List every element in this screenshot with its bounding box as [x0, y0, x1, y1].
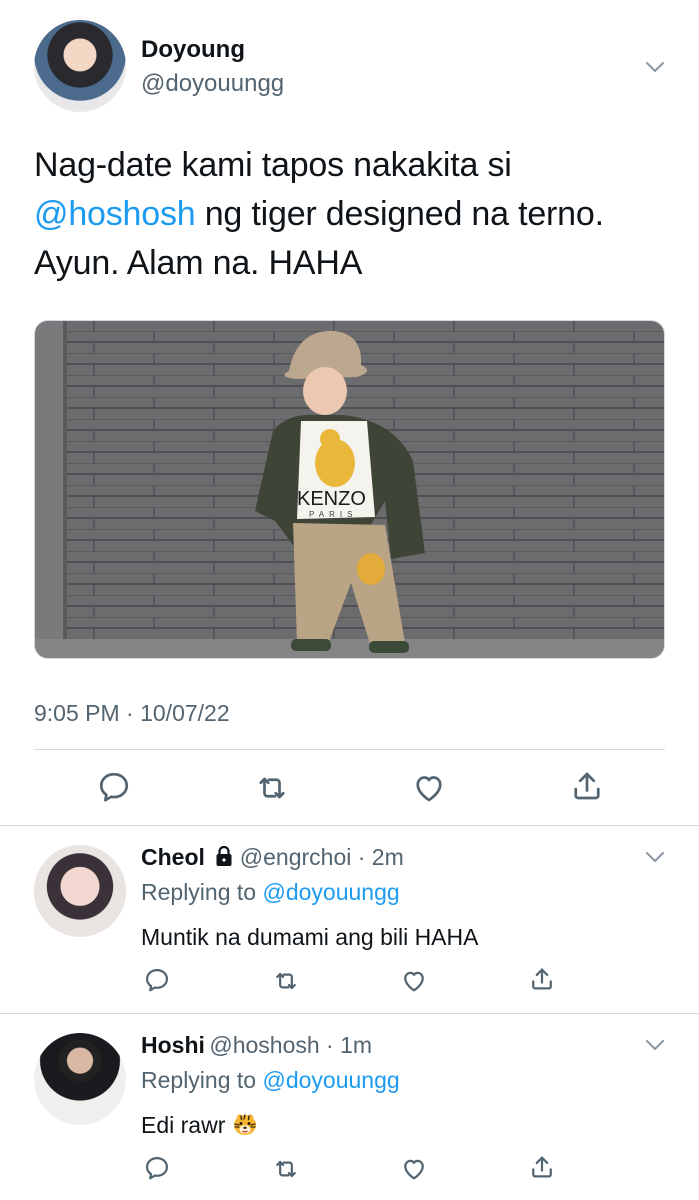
reply-text: Edi rawr — [141, 1112, 226, 1138]
divider — [0, 1013, 699, 1014]
share-icon[interactable] — [528, 965, 556, 993]
tweet-text-line-3: Ayun. Alam na. HAHA — [34, 244, 363, 282]
lock-icon — [215, 845, 233, 872]
divider — [0, 825, 699, 826]
tweet-text-line-2-rest: ng tiger designed na terno. — [195, 195, 604, 233]
author-name[interactable]: Doyoung — [141, 36, 245, 64]
reply-avatar-hoshi[interactable] — [34, 1033, 126, 1125]
reply-author-handle-time[interactable]: @engrchoi · 2m — [240, 844, 404, 870]
reply-text: Muntik na dumami ang bili HAHA — [141, 924, 479, 950]
tweet-text: Nag-date kami tapos nakakita si @hoshosh… — [34, 141, 674, 288]
shirt-brand-subtext: PARIS — [309, 510, 357, 519]
retweet-icon[interactable] — [254, 770, 290, 806]
share-icon[interactable] — [569, 768, 605, 804]
replying-to-line: Replying to @doyouungg — [141, 1067, 400, 1094]
replying-to-line: Replying to @doyouungg — [141, 879, 400, 906]
reply-header: Hoshi @hoshosh · 1m — [141, 1032, 372, 1059]
reply-avatar-cheol[interactable] — [34, 845, 126, 937]
reply-header: Cheol @engrchoi · 2m — [141, 844, 404, 872]
tweet-timestamp[interactable]: 9:05 PM · 10/07/22 — [34, 700, 230, 727]
share-icon[interactable] — [528, 1153, 556, 1181]
tweet-photo[interactable]: KENZO PARIS — [34, 320, 665, 659]
reply-author-name[interactable]: Cheol — [141, 844, 205, 870]
reply-author-handle-time[interactable]: @hoshosh · 1m — [209, 1032, 372, 1058]
shirt-brand-text: KENZO — [297, 488, 366, 510]
replying-to-mention[interactable]: @doyouungg — [262, 879, 399, 905]
reply-icon[interactable] — [96, 769, 132, 805]
reply-icon[interactable] — [143, 966, 171, 994]
heart-icon[interactable] — [400, 1155, 428, 1183]
replying-to-mention[interactable]: @doyouungg — [262, 1067, 399, 1093]
reply-author-name[interactable]: Hoshi — [141, 1032, 205, 1058]
tweet-text-line-1: Nag-date kami tapos nakakita si — [34, 146, 512, 184]
author-handle[interactable]: @doyouungg — [141, 70, 284, 98]
chevron-down-icon[interactable] — [646, 61, 664, 73]
retweet-icon[interactable] — [272, 967, 300, 995]
tiger-face-emoji-icon — [232, 1111, 258, 1137]
divider — [34, 749, 665, 750]
reply-text-row: Edi rawr — [141, 1111, 258, 1139]
reply-icon[interactable] — [143, 1154, 171, 1182]
heart-icon[interactable] — [400, 967, 428, 995]
photo-illustration: KENZO PARIS — [35, 321, 664, 658]
author-avatar[interactable] — [34, 20, 126, 112]
retweet-icon[interactable] — [272, 1155, 300, 1183]
mention-link[interactable]: @hoshosh — [34, 195, 196, 233]
replying-to-label: Replying to — [141, 1067, 263, 1093]
replying-to-label: Replying to — [141, 879, 263, 905]
tweet-text-line-2: @hoshosh ng tiger designed na terno. — [34, 190, 674, 239]
chevron-down-icon[interactable] — [646, 1039, 664, 1051]
heart-icon[interactable] — [411, 770, 447, 806]
chevron-down-icon[interactable] — [646, 851, 664, 863]
